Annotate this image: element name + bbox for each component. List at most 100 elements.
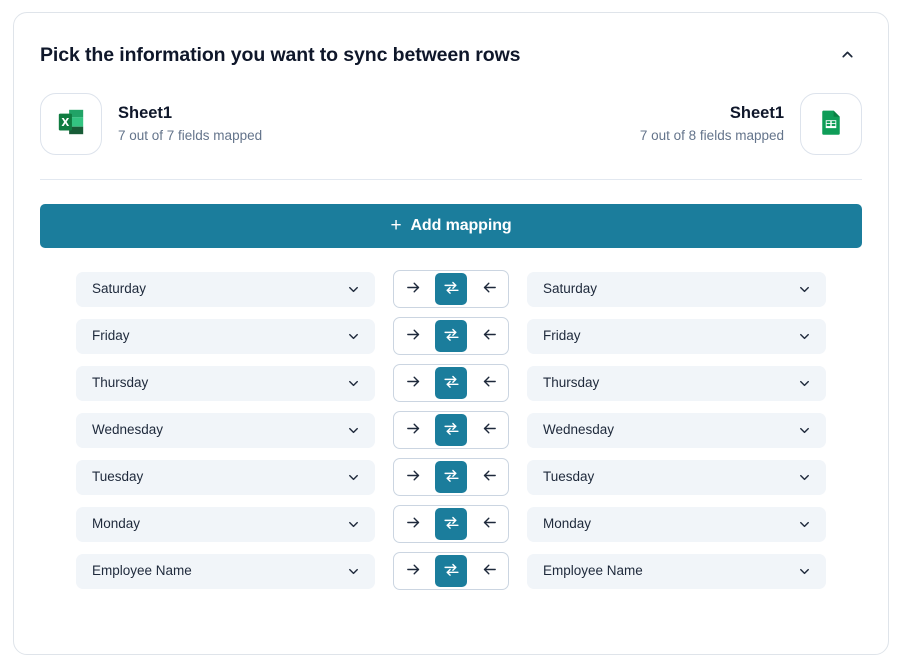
page-title: Pick the information you want to sync be… (40, 44, 521, 67)
direction-right-button[interactable] (397, 367, 429, 399)
direction-right-button[interactable] (397, 414, 429, 446)
direction-right-button[interactable] (397, 555, 429, 587)
target-field-label: Thursday (543, 375, 600, 391)
arrows-bidirectional-icon (443, 514, 460, 534)
direction-left-button[interactable] (473, 414, 505, 446)
add-mapping-wrap: + Add mapping (14, 180, 888, 248)
target-field-select-0[interactable]: Saturday (527, 271, 826, 307)
arrows-bidirectional-icon (443, 326, 460, 346)
arrow-right-icon (405, 561, 422, 581)
source-field-select-1[interactable]: Friday (76, 318, 375, 354)
target-app: Sheet1 7 out of 8 fields mapped (640, 93, 862, 155)
arrow-left-icon (481, 373, 498, 393)
svg-text:X: X (61, 116, 69, 128)
direction-right-button[interactable] (397, 461, 429, 493)
arrow-left-icon (481, 514, 498, 534)
mapping-row: Saturday Saturday (76, 270, 826, 308)
direction-left-button[interactable] (473, 320, 505, 352)
target-field-label: Employee Name (543, 563, 643, 579)
sync-direction-group-0 (393, 270, 509, 308)
target-field-label: Saturday (543, 281, 598, 297)
chevron-down-icon (797, 470, 812, 485)
source-field-label: Employee Name (92, 563, 192, 579)
source-app-meta: Sheet1 7 out of 7 fields mapped (118, 102, 262, 147)
arrow-right-icon (405, 420, 422, 440)
direction-both-button[interactable] (435, 508, 467, 540)
target-field-label: Wednesday (543, 422, 615, 438)
chevron-down-icon (797, 282, 812, 297)
target-app-fields-mapped: 7 out of 8 fields mapped (639, 128, 784, 143)
arrow-right-icon (405, 279, 422, 299)
add-mapping-button[interactable]: + Add mapping (40, 204, 862, 248)
direction-both-button[interactable] (435, 320, 467, 352)
target-field-select-4[interactable]: Tuesday (527, 459, 826, 495)
chevron-up-icon (839, 46, 856, 66)
target-field-select-2[interactable]: Thursday (527, 365, 826, 401)
chevron-down-icon (346, 329, 361, 344)
arrow-left-icon (481, 420, 498, 440)
direction-left-button[interactable] (473, 508, 505, 540)
target-field-select-3[interactable]: Wednesday (527, 412, 826, 448)
direction-left-button[interactable] (473, 461, 505, 493)
card-header: Pick the information you want to sync be… (14, 13, 888, 71)
sync-direction-group-1 (393, 317, 509, 355)
sync-direction-group-2 (393, 364, 509, 402)
direction-right-button[interactable] (397, 273, 429, 305)
source-field-label: Saturday (92, 281, 147, 297)
source-field-label: Monday (92, 516, 141, 532)
arrow-right-icon (405, 514, 422, 534)
chevron-down-icon (797, 423, 812, 438)
arrow-left-icon (481, 561, 498, 581)
direction-left-button[interactable] (473, 367, 505, 399)
mapping-row: Employee Name Employee Name (76, 552, 826, 590)
microsoft-excel-icon: X (56, 107, 86, 142)
source-field-select-6[interactable]: Employee Name (76, 553, 375, 589)
mapping-row: Friday Friday (76, 317, 826, 355)
arrow-left-icon (481, 326, 498, 346)
collapse-section-button[interactable] (832, 41, 862, 71)
source-field-select-3[interactable]: Wednesday (76, 412, 375, 448)
chevron-down-icon (797, 376, 812, 391)
chevron-down-icon (346, 517, 361, 532)
arrows-bidirectional-icon (443, 279, 460, 299)
google-sheets-icon (817, 108, 845, 141)
mapping-row: Thursday Thursday (76, 364, 826, 402)
target-app-meta: Sheet1 7 out of 8 fields mapped (640, 102, 784, 147)
direction-both-button[interactable] (435, 555, 467, 587)
arrows-bidirectional-icon (443, 561, 460, 581)
source-field-select-4[interactable]: Tuesday (76, 459, 375, 495)
chevron-down-icon (797, 564, 812, 579)
target-field-label: Tuesday (543, 469, 595, 485)
source-field-label: Thursday (92, 375, 149, 391)
direction-left-button[interactable] (473, 273, 505, 305)
target-field-select-1[interactable]: Friday (527, 318, 826, 354)
arrow-right-icon (405, 467, 422, 487)
arrow-right-icon (405, 326, 422, 346)
field-mapping-card: Pick the information you want to sync be… (13, 12, 889, 655)
source-field-select-5[interactable]: Monday (76, 506, 375, 542)
direction-both-button[interactable] (435, 461, 467, 493)
source-app-fields-mapped: 7 out of 7 fields mapped (118, 128, 263, 143)
target-field-label: Friday (543, 328, 581, 344)
chevron-down-icon (346, 423, 361, 438)
plus-icon: + (390, 214, 402, 236)
source-app-name: Sheet1 (118, 103, 173, 122)
arrows-bidirectional-icon (443, 373, 460, 393)
arrow-left-icon (481, 467, 498, 487)
direction-both-button[interactable] (435, 367, 467, 399)
mapping-row: Tuesday Tuesday (76, 458, 826, 496)
direction-right-button[interactable] (397, 508, 429, 540)
apps-row: X Sheet1 7 out of 7 fields mapped Sheet1… (14, 71, 888, 155)
source-field-select-2[interactable]: Thursday (76, 365, 375, 401)
target-field-select-6[interactable]: Employee Name (527, 553, 826, 589)
chevron-down-icon (346, 564, 361, 579)
source-field-label: Tuesday (92, 469, 144, 485)
direction-both-button[interactable] (435, 414, 467, 446)
direction-right-button[interactable] (397, 320, 429, 352)
chevron-down-icon (346, 376, 361, 391)
direction-both-button[interactable] (435, 273, 467, 305)
source-field-select-0[interactable]: Saturday (76, 271, 375, 307)
target-field-select-5[interactable]: Monday (527, 506, 826, 542)
direction-left-button[interactable] (473, 555, 505, 587)
chevron-down-icon (797, 329, 812, 344)
